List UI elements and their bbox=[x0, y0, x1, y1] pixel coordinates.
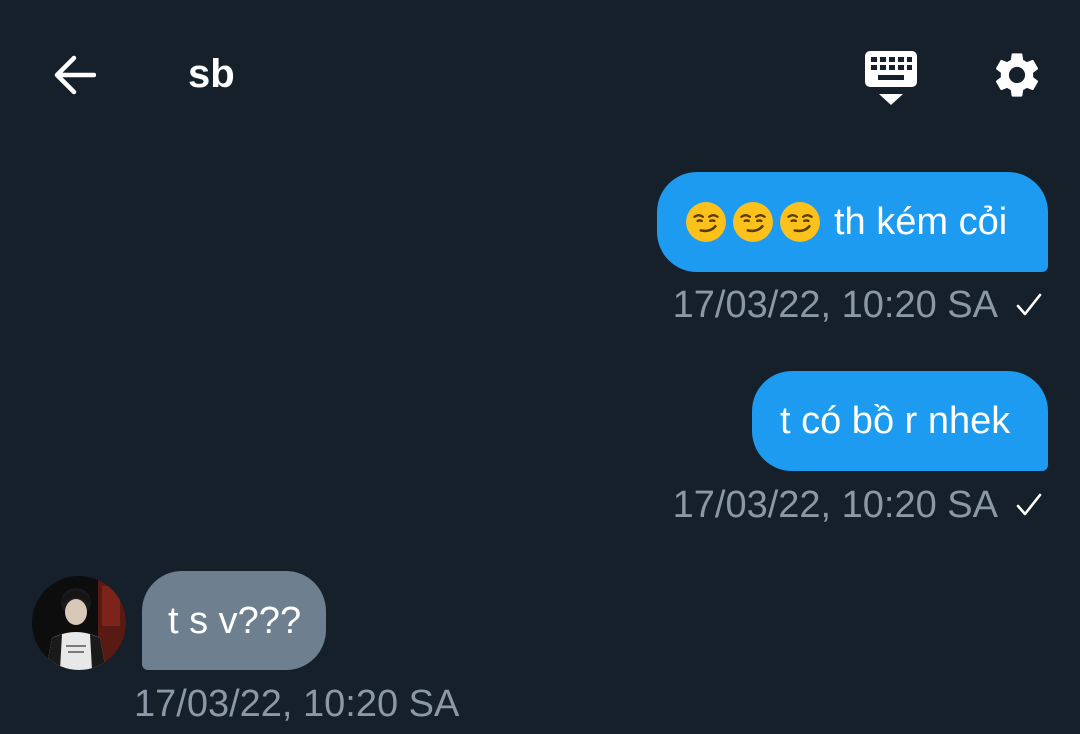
avatar-photo bbox=[32, 576, 126, 670]
dm-conversation-screen: sb th kém cỏi 17/03/22, 10:20 SA t có bồ… bbox=[0, 0, 1080, 734]
keyboard-toggle-button[interactable] bbox=[858, 44, 924, 110]
incoming-message-bubble[interactable]: t s v??? bbox=[142, 571, 326, 670]
settings-button[interactable] bbox=[984, 44, 1050, 106]
message-meta: 17/03/22, 10:20 SA bbox=[673, 283, 1044, 327]
smirking-face-emoji bbox=[733, 202, 773, 242]
message-meta: 17/03/22, 10:20 SA bbox=[134, 682, 459, 726]
message-text: t có bồ r nhek bbox=[780, 400, 1011, 442]
sent-check-icon bbox=[1016, 293, 1042, 316]
conversation-header: sb bbox=[0, 0, 1080, 150]
message-text: th kém cỏi bbox=[834, 201, 1008, 243]
message-text: t s v??? bbox=[168, 599, 302, 642]
arrow-left-icon bbox=[54, 55, 96, 95]
smirking-face-emoji bbox=[780, 202, 820, 242]
sent-check-icon bbox=[1016, 493, 1042, 516]
keyboard-hide-icon bbox=[865, 51, 917, 105]
conversation-title[interactable]: sb bbox=[188, 50, 235, 98]
outgoing-message-bubble[interactable]: th kém cỏi bbox=[657, 172, 1048, 272]
message-timestamp: 17/03/22, 10:20 SA bbox=[672, 484, 998, 526]
message-timestamp: 17/03/22, 10:20 SA bbox=[134, 683, 460, 725]
smirking-face-emoji bbox=[686, 202, 726, 242]
message-meta: 17/03/22, 10:20 SA bbox=[673, 483, 1044, 527]
emoji-group bbox=[685, 201, 826, 243]
message-timestamp: 17/03/22, 10:20 SA bbox=[672, 284, 998, 326]
back-button[interactable] bbox=[44, 46, 104, 104]
gear-icon bbox=[995, 53, 1039, 97]
avatar[interactable] bbox=[32, 576, 126, 670]
outgoing-message-bubble[interactable]: t có bồ r nhek bbox=[752, 371, 1048, 471]
